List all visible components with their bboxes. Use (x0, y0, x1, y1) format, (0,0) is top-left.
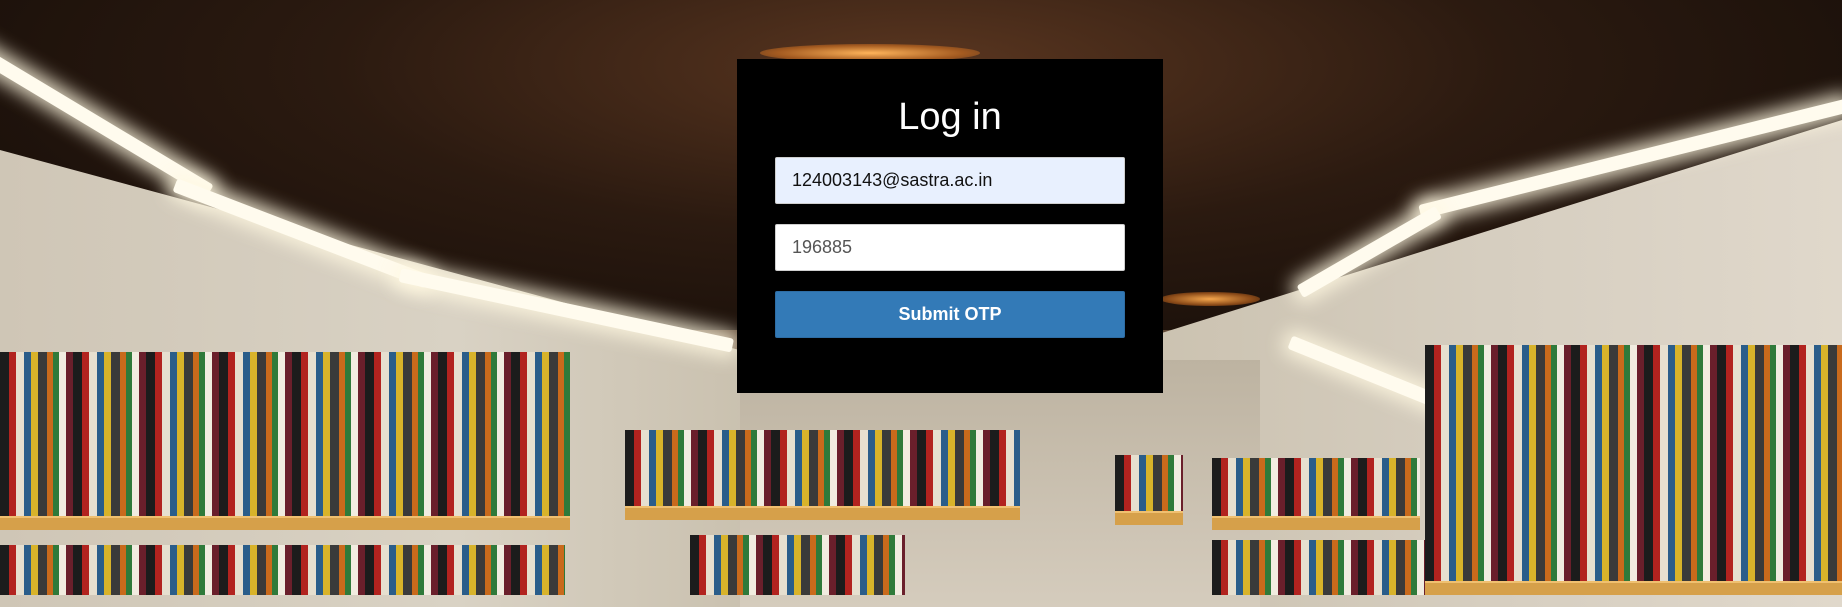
bookshelf (1115, 455, 1183, 525)
bookshelf (0, 545, 565, 607)
email-field[interactable] (775, 157, 1125, 204)
bookshelf (690, 535, 905, 607)
login-title: Log in (898, 96, 1002, 138)
otp-field[interactable] (775, 224, 1125, 271)
bookshelf (1212, 458, 1420, 530)
submit-otp-button[interactable]: Submit OTP (775, 291, 1125, 338)
bookshelf (0, 352, 570, 530)
login-dialog: Log in Submit OTP (737, 59, 1163, 393)
ceiling-lamp (1160, 292, 1260, 306)
bookshelf (1425, 345, 1842, 595)
bookshelf (1212, 540, 1442, 607)
bookshelf (625, 430, 1020, 520)
